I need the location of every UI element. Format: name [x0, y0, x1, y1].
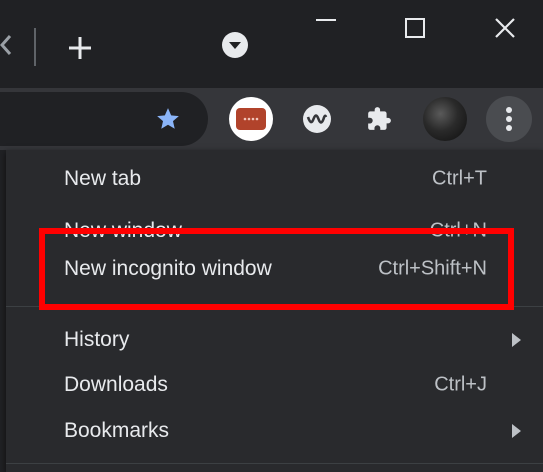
menu-item-new-window[interactable]: New window Ctrl+N	[6, 201, 543, 237]
menu-item-label: Downloads	[64, 373, 168, 396]
more-vertical-icon	[506, 107, 512, 131]
chevron-down-circle-icon	[222, 32, 248, 58]
bookmark-star-button[interactable]	[154, 105, 182, 133]
maximize-button[interactable]	[382, 0, 448, 56]
tab-scroll-left-icon[interactable]	[0, 34, 12, 56]
menu-item-label: New window	[64, 219, 182, 237]
chrome-menu-button[interactable]	[484, 94, 534, 144]
tab-separator	[34, 28, 36, 66]
menu-item-downloads[interactable]: Downloads Ctrl+J	[6, 362, 543, 408]
puzzle-icon	[368, 107, 391, 130]
menu-item-shortcut: Ctrl+Shift+N	[378, 257, 487, 280]
extensions-button[interactable]	[354, 94, 404, 144]
toolbar	[0, 88, 543, 150]
menu-item-bookmarks[interactable]: Bookmarks	[6, 408, 543, 454]
maximize-icon	[405, 18, 425, 38]
menu-item-new-tab[interactable]: New tab Ctrl+T	[6, 156, 543, 202]
profile-button[interactable]	[420, 94, 470, 144]
extension-button-1[interactable]	[226, 94, 276, 144]
close-button[interactable]	[472, 0, 538, 56]
profile-avatar	[423, 97, 467, 141]
close-icon	[495, 18, 515, 38]
menu-item-shortcut: Ctrl+J	[434, 373, 487, 396]
title-bar	[0, 0, 543, 88]
submenu-arrow-icon	[512, 424, 521, 438]
star-icon	[157, 108, 179, 129]
menu-item-label: New tab	[64, 167, 142, 190]
menu-item-label: New incognito window	[64, 257, 272, 280]
submenu-arrow-icon	[512, 333, 521, 347]
menu-item-label: Bookmarks	[64, 419, 170, 442]
menu-divider	[6, 306, 543, 307]
menu-item-new-incognito-window[interactable]: New incognito window Ctrl+Shift+N	[6, 246, 543, 292]
extension-app-icon	[229, 97, 273, 141]
menu-divider	[6, 463, 543, 464]
extension-button-2[interactable]	[292, 94, 342, 144]
wave-icon	[303, 105, 331, 133]
omnibox[interactable]	[0, 92, 208, 146]
menu-item-shortcut: Ctrl+T	[432, 167, 487, 190]
menu-item-shortcut: Ctrl+N	[429, 219, 487, 238]
tab-search-button[interactable]	[216, 26, 254, 64]
chrome-main-menu: New tab Ctrl+T New window Ctrl+N New inc…	[6, 150, 543, 472]
minimize-icon	[316, 19, 336, 21]
new-tab-button[interactable]	[60, 28, 100, 68]
browser-window: New tab Ctrl+T New window Ctrl+N New inc…	[0, 0, 543, 472]
menu-item-history[interactable]: History	[6, 317, 543, 363]
menu-item-label: History	[64, 328, 130, 351]
minimize-button[interactable]	[293, 0, 359, 56]
plus-icon	[69, 37, 91, 59]
